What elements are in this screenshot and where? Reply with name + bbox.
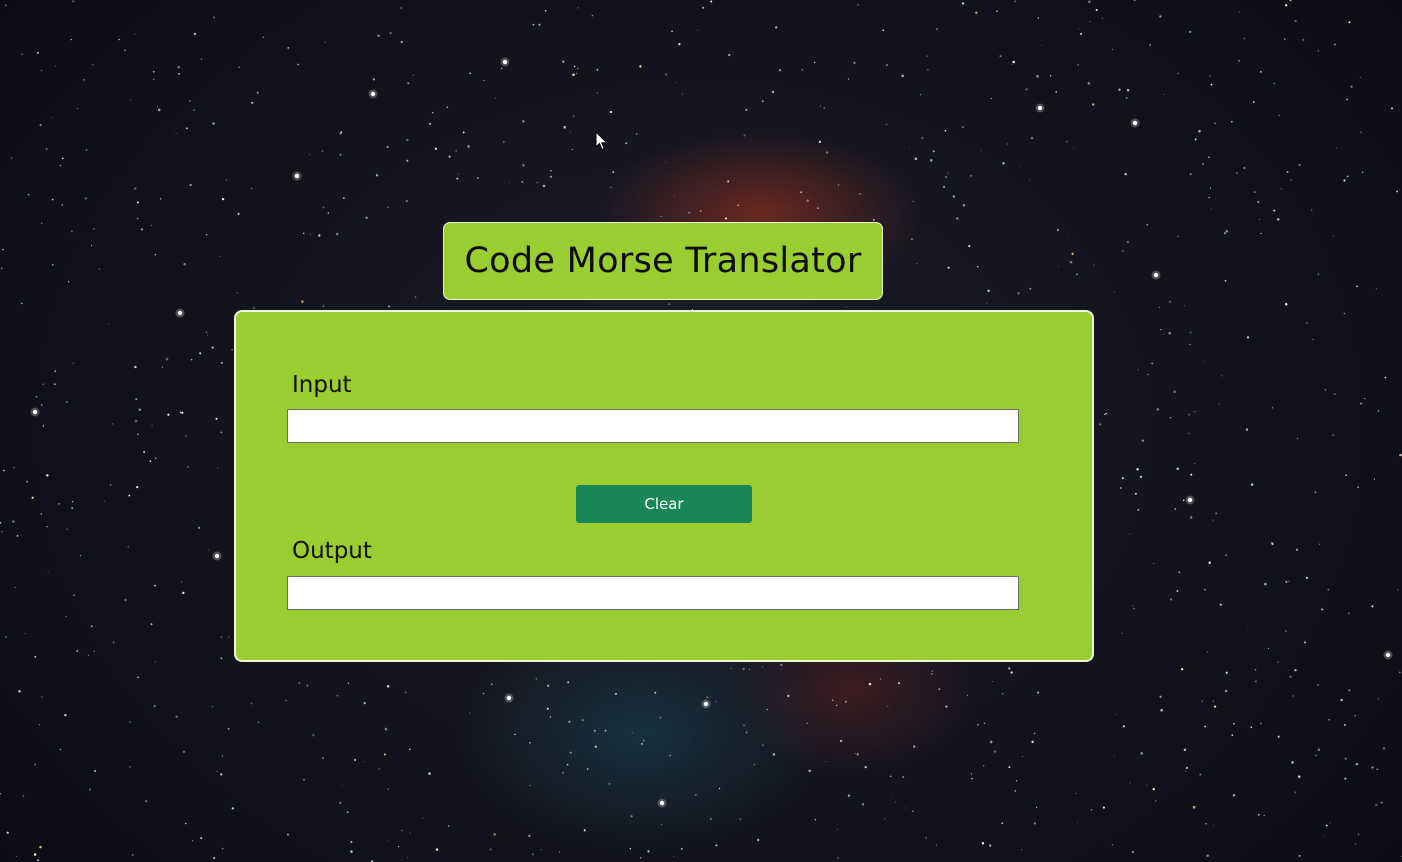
translator-panel: Input Clear Output <box>234 310 1094 662</box>
page-title: Code Morse Translator <box>464 241 862 281</box>
output-label: Output <box>292 538 372 564</box>
input-label: Input <box>292 372 352 398</box>
mouse-cursor-icon <box>595 131 609 151</box>
output-field[interactable] <box>287 576 1019 610</box>
title-box: Code Morse Translator <box>443 222 883 300</box>
clear-button[interactable]: Clear <box>576 485 752 523</box>
input-field[interactable] <box>287 409 1019 443</box>
